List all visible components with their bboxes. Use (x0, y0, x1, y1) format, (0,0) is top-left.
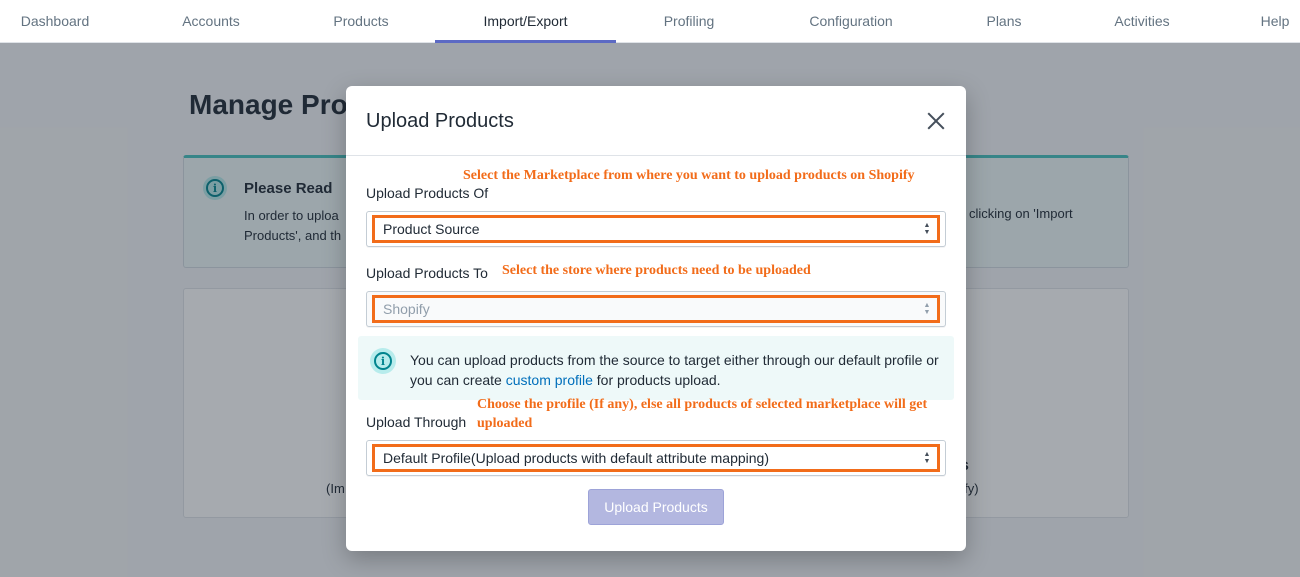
close-icon[interactable] (923, 108, 949, 134)
tab-plans[interactable]: Plans (964, 0, 1044, 43)
select-value: Default Profile(Upload products with def… (383, 450, 769, 466)
tab-configuration[interactable]: Configuration (791, 0, 911, 43)
upload-products-to-label: Upload Products To (366, 265, 488, 281)
tab-products[interactable]: Products (306, 0, 416, 43)
annotation-marketplace: Select the Marketplace from where you wa… (463, 168, 915, 183)
tab-activities[interactable]: Activities (1092, 0, 1192, 43)
highlight-box (372, 295, 940, 323)
tab-profiling[interactable]: Profiling (634, 0, 744, 43)
annotation-store: Select the store where products need to … (502, 263, 811, 278)
upload-through-label: Upload Through (366, 414, 467, 430)
upload-through-select[interactable]: Default Profile(Upload products with def… (366, 440, 946, 476)
upload-products-of-label: Upload Products Of (366, 185, 489, 201)
top-navigation: Dashboard Accounts Products Import/Expor… (0, 0, 1300, 43)
modal-title: Upload Products (366, 110, 514, 132)
select-value: Shopify (383, 301, 430, 317)
tab-help[interactable]: Help (1250, 0, 1300, 43)
tab-dashboard[interactable]: Dashboard (0, 0, 110, 43)
info-text: You can upload products from the source … (410, 352, 939, 388)
tab-accounts[interactable]: Accounts (156, 0, 266, 43)
annotation-profile: Choose the profile (If any), else all pr… (477, 397, 928, 431)
upload-products-to-select[interactable]: Shopify ▲ ▼ (366, 291, 946, 327)
tab-import-export[interactable]: Import/Export (435, 0, 616, 43)
chevron-up-down-icon: ▲ ▼ (923, 222, 931, 236)
custom-profile-link[interactable]: custom profile (506, 372, 593, 388)
chevron-up-down-icon: ▲ ▼ (923, 451, 931, 465)
info-callout: i You can upload products from the sourc… (358, 336, 954, 400)
modal-header: Upload Products (346, 86, 966, 156)
chevron-up-down-icon: ▲ ▼ (923, 302, 931, 316)
upload-products-button[interactable]: Upload Products (588, 489, 724, 525)
upload-products-modal: Upload Products Select the Marketplace f… (346, 86, 966, 551)
info-icon: i (370, 348, 396, 374)
select-value: Product Source (383, 221, 480, 237)
upload-products-of-select[interactable]: Product Source ▲ ▼ (366, 211, 946, 247)
